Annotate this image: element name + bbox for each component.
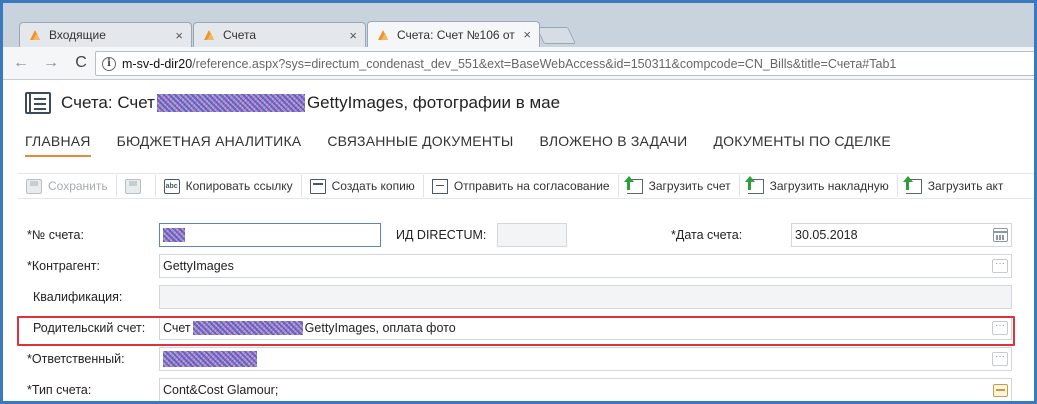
directum-id-field xyxy=(497,223,567,247)
upload-act-button[interactable]: Загрузить акт xyxy=(898,175,1012,197)
close-icon[interactable]: × xyxy=(349,28,357,43)
tab-label: Счета xyxy=(223,28,257,42)
parent-bill-highlight-box xyxy=(17,316,1015,346)
forward-arrow-icon[interactable]: → xyxy=(39,54,63,72)
reload-icon[interactable]: C xyxy=(69,54,93,72)
tab-bills[interactable]: Счета × xyxy=(193,22,366,47)
address-bar[interactable]: i m-sv-d-dir20 /reference.aspx?sys=direc… xyxy=(95,51,1034,76)
upload-waybill-button[interactable]: Загрузить накладную xyxy=(740,175,898,197)
counterparty-label: *Контрагент: xyxy=(27,259,100,273)
tab-deal-documents[interactable]: ДОКУМЕНТЫ ПО СДЕЛКЕ xyxy=(713,133,890,157)
bill-date-label: *Дата счета: xyxy=(671,228,743,242)
form-row-bill-number: *№ счета: ИД DIRECTUM: *Дата счета: 30.0… xyxy=(3,222,1034,248)
counterparty-input[interactable]: GettyImages ··· xyxy=(159,254,1012,278)
bill-number-input[interactable] xyxy=(159,223,381,247)
bill-number-label: *№ счета: xyxy=(27,228,84,242)
send-approval-button[interactable]: Отправить на согласование xyxy=(424,175,619,197)
close-icon[interactable]: × xyxy=(175,28,183,43)
tab-bill-106[interactable]: Счета: Счет №106 от 30 × xyxy=(367,21,540,47)
directum-logo-icon xyxy=(204,30,214,40)
upload-icon xyxy=(744,175,764,194)
counterparty-value: GettyImages xyxy=(163,259,234,273)
tab-budget-analytics[interactable]: БЮДЖЕТНАЯ АНАЛИТИКА xyxy=(117,133,302,157)
bill-date-input[interactable]: 30.05.2018 xyxy=(791,223,1012,247)
bill-type-value: Cont&Cost Glamour; xyxy=(163,383,279,397)
bill-type-input[interactable]: Cont&Cost Glamour; xyxy=(159,378,1012,401)
title-suffix: GettyImages, фотографии в мае xyxy=(306,93,561,112)
page-content: Счета: Счет GettyImages, фотографии в ма… xyxy=(3,80,1034,401)
upload-waybill-label: Загрузить накладную xyxy=(769,179,889,193)
bill-date-value: 30.05.2018 xyxy=(795,228,858,242)
upload-invoice-button[interactable]: Загрузить счет xyxy=(619,175,740,197)
create-copy-button[interactable]: Создать копию xyxy=(302,175,424,197)
redacted-block xyxy=(156,94,305,112)
document-header: Счета: Счет GettyImages, фотографии в ма… xyxy=(25,90,560,116)
tab-attached-to-tasks[interactable]: ВЛОЖЕНО В ЗАДАЧИ xyxy=(540,133,688,157)
upload-icon xyxy=(623,175,643,194)
upload-icon xyxy=(902,175,922,194)
form-row-responsible: *Ответственный: ··· xyxy=(3,346,1034,372)
responsible-input[interactable]: ··· xyxy=(159,347,1012,371)
url-host: m-sv-d-dir20 xyxy=(122,56,193,71)
new-tab-button[interactable] xyxy=(536,27,576,44)
calendar-icon[interactable] xyxy=(993,228,1008,242)
document-icon xyxy=(25,92,51,114)
form-row-qualification: Квалификация: xyxy=(3,284,1034,310)
section-menu: ГЛАВНАЯ БЮДЖЕТНАЯ АНАЛИТИКА СВЯЗАННЫЕ ДО… xyxy=(25,133,917,157)
responsible-label: *Ответственный: xyxy=(27,352,125,366)
url-path: /reference.aspx?sys=directum_condenast_d… xyxy=(192,56,897,71)
save-icon xyxy=(26,178,42,194)
info-icon[interactable]: i xyxy=(102,56,116,71)
directum-logo-icon xyxy=(30,30,40,40)
back-arrow-icon[interactable]: ← xyxy=(9,54,33,72)
send-approval-label: Отправить на согласование xyxy=(453,179,610,193)
qualification-label: Квалификация: xyxy=(33,290,123,304)
tab-inbox[interactable]: Входящие × xyxy=(19,22,192,47)
copy-link-button[interactable]: abc Копировать ссылку xyxy=(156,175,302,197)
more-icon[interactable]: ··· xyxy=(992,259,1008,273)
tab-related-documents[interactable]: СВЯЗАННЫЕ ДОКУМЕНТЫ xyxy=(327,133,513,157)
save-close-button[interactable] xyxy=(117,175,156,197)
approval-icon xyxy=(431,178,448,194)
save-label: Сохранить xyxy=(48,179,108,193)
navigation-bar: ← → C i m-sv-d-dir20 /reference.aspx?sys… xyxy=(3,47,1034,80)
browser-window: Входящие × Счета × Счета: Счет №106 от 3… xyxy=(0,0,1037,404)
tab-strip: Входящие × Счета × Счета: Счет №106 от 3… xyxy=(3,3,1034,47)
directum-logo-icon xyxy=(378,29,388,40)
list-picker-icon[interactable] xyxy=(993,384,1008,397)
copy-icon xyxy=(309,178,326,194)
bill-type-label: *Тип счета: xyxy=(27,383,92,397)
tab-main[interactable]: ГЛАВНАЯ xyxy=(25,133,91,157)
form-row-counterparty: *Контрагент: GettyImages ··· xyxy=(3,253,1034,279)
save-close-icon xyxy=(124,178,141,194)
qualification-field xyxy=(159,285,1012,309)
redacted-block xyxy=(163,228,185,242)
more-icon[interactable]: ··· xyxy=(992,352,1008,366)
upload-invoice-label: Загрузить счет xyxy=(648,179,731,193)
save-button[interactable]: Сохранить xyxy=(18,175,117,197)
tab-label: Счета: Счет №106 от 30 xyxy=(397,27,517,42)
copy-link-label: Копировать ссылку xyxy=(185,179,293,193)
close-icon[interactable]: × xyxy=(523,27,531,42)
directum-id-label: ИД DIRECTUM: xyxy=(396,228,487,242)
action-toolbar: Сохранить abc Копировать ссылку Создать … xyxy=(18,173,1034,199)
page-title: Счета: Счет GettyImages, фотографии в ма… xyxy=(61,93,560,113)
tab-label: Входящие xyxy=(49,28,106,42)
upload-act-label: Загрузить акт xyxy=(927,179,1004,193)
redacted-block xyxy=(163,351,257,367)
title-prefix: Счета: Счет xyxy=(61,93,155,112)
form-row-bill-type: *Тип счета: Cont&Cost Glamour; xyxy=(3,377,1034,401)
create-copy-label: Создать копию xyxy=(331,179,415,193)
link-icon: abc xyxy=(163,178,180,194)
